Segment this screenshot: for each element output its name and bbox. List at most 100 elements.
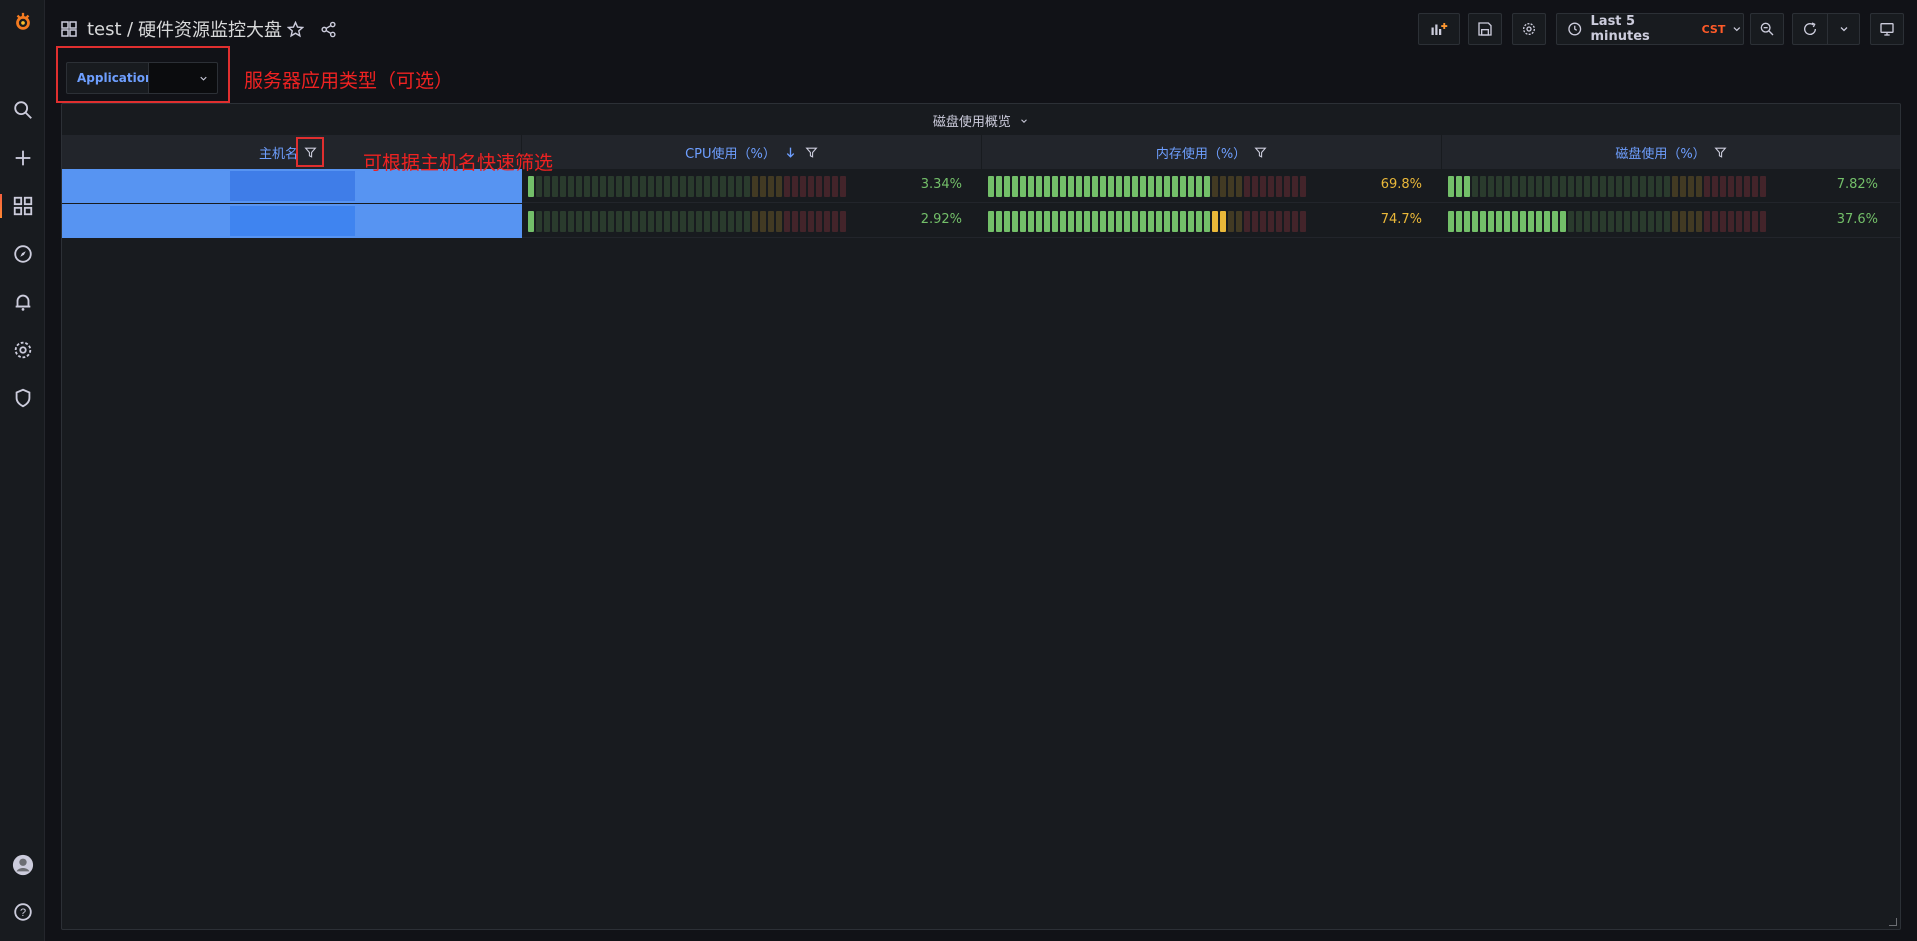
application-variable-select[interactable] — [148, 62, 218, 94]
gauge-segment — [1180, 176, 1186, 197]
gauge-segment — [1632, 176, 1638, 197]
column-header-host-label: 主机名 — [258, 146, 298, 162]
add-panel-button[interactable] — [1418, 13, 1460, 45]
cpu-gauge-cell: 3.34% — [522, 169, 982, 203]
disk-gauge-cell: 7.82% — [1442, 169, 1900, 203]
gauge-segment — [1480, 176, 1486, 197]
breadcrumb-folder[interactable]: test — [87, 16, 122, 42]
dashboards-icon[interactable] — [0, 186, 45, 226]
user-avatar-icon[interactable] — [0, 845, 45, 885]
gauge-segment — [696, 176, 702, 197]
cpu-value: 2.92% — [920, 212, 962, 227]
gauge-segment — [1648, 176, 1654, 197]
gauge-segment — [624, 211, 630, 232]
gauge-segment — [584, 176, 590, 197]
gauge-segment — [1068, 211, 1074, 232]
gauge-segment — [584, 211, 590, 232]
column-header-mem[interactable]: 内存使用（%） — [982, 135, 1442, 169]
gauge-segment — [1512, 211, 1518, 232]
alerting-bell-icon[interactable] — [0, 282, 45, 322]
svg-text:?: ? — [19, 907, 25, 919]
gauge-segment — [1616, 176, 1622, 197]
gauge-segment — [768, 176, 774, 197]
gauge-segment — [1060, 211, 1066, 232]
explore-compass-icon[interactable] — [0, 234, 45, 274]
gauge-segment — [704, 176, 710, 197]
gauge-segment — [560, 176, 566, 197]
gauge-segment — [996, 176, 1002, 197]
gauge-segment — [640, 176, 646, 197]
zoom-out-button[interactable] — [1750, 13, 1784, 45]
gauge-segment — [648, 176, 654, 197]
gauge-segment — [1608, 176, 1614, 197]
gauge-segment — [1448, 211, 1454, 232]
table-row[interactable]: 3.34% 69.8% 7.82% — [62, 169, 1900, 203]
chevron-down-icon — [200, 76, 207, 81]
gauge-segment — [1616, 211, 1622, 232]
filter-icon[interactable] — [1714, 146, 1727, 159]
gauge-segment — [1528, 176, 1534, 197]
chevron-down-icon — [1733, 27, 1741, 32]
gauge-segment — [1672, 211, 1678, 232]
breadcrumb-separator: / — [127, 18, 134, 40]
panel-title[interactable]: 磁盘使用概览 — [62, 110, 1900, 136]
plus-icon[interactable] — [0, 138, 45, 178]
host-name — [230, 171, 355, 201]
gauge-segment — [1100, 211, 1106, 232]
gauge-segment — [1712, 176, 1718, 197]
dashboard-title[interactable]: 硬件资源监控大盘 — [138, 16, 282, 42]
gauge-segment — [1148, 211, 1154, 232]
gauge-segment — [736, 176, 742, 197]
save-icon — [1478, 22, 1492, 36]
gauge-segment — [1196, 211, 1202, 232]
column-header-disk[interactable]: 磁盘使用（%） — [1442, 135, 1900, 169]
gauge-segment — [1004, 176, 1010, 197]
gauge-segment — [672, 176, 678, 197]
gauge-segment — [632, 211, 638, 232]
panel-resize-handle[interactable] — [1889, 918, 1897, 926]
gauge-segment — [1060, 176, 1066, 197]
cpu-gauge — [528, 211, 846, 232]
tv-mode-button[interactable] — [1870, 13, 1904, 45]
mem-gauge-cell: 69.8% — [982, 169, 1442, 203]
gauge-segment — [1276, 176, 1282, 197]
gauge-segment — [1068, 176, 1074, 197]
gauge-segment — [544, 176, 550, 197]
star-icon[interactable] — [287, 16, 304, 42]
table-row[interactable]: 2.92% 74.7% 37.6% — [62, 204, 1900, 238]
refresh-button[interactable] — [1792, 13, 1828, 45]
filter-icon[interactable] — [1254, 146, 1267, 159]
host-cell[interactable] — [62, 204, 522, 238]
gauge-segment — [1132, 176, 1138, 197]
help-icon[interactable]: ? — [0, 892, 45, 932]
gauge-segment — [1140, 211, 1146, 232]
gauge-segment — [1220, 176, 1226, 197]
disk-gauge — [1448, 176, 1766, 197]
disk-value: 7.82% — [1836, 177, 1878, 192]
host-filter-button[interactable] — [296, 137, 324, 167]
filter-icon[interactable] — [805, 146, 818, 159]
dashboard-settings-button[interactable] — [1512, 13, 1546, 45]
grafana-logo-icon[interactable] — [0, 2, 45, 42]
cpu-gauge — [528, 176, 846, 197]
gauge-segment — [528, 176, 534, 197]
gauge-segment — [728, 176, 734, 197]
gauge-segment — [1020, 176, 1026, 197]
search-icon[interactable] — [0, 90, 45, 130]
gauge-segment — [1728, 211, 1734, 232]
save-dashboard-button[interactable] — [1468, 13, 1502, 45]
gauge-segment — [592, 176, 598, 197]
share-icon[interactable] — [320, 16, 337, 42]
gauge-segment — [1252, 176, 1258, 197]
time-range-picker[interactable]: Last 5 minutes CST — [1556, 13, 1744, 45]
gauge-segment — [1712, 211, 1718, 232]
gauge-segment — [840, 211, 846, 232]
gauge-segment — [1148, 176, 1154, 197]
gauge-segment — [1736, 176, 1742, 197]
configuration-gear-icon[interactable] — [0, 330, 45, 370]
server-admin-shield-icon[interactable] — [0, 378, 45, 418]
refresh-interval-dropdown[interactable] — [1827, 13, 1860, 45]
gauge-segment — [1268, 176, 1274, 197]
column-header-cpu[interactable]: CPU使用（%） — [522, 135, 982, 169]
gauge-segment — [1752, 211, 1758, 232]
